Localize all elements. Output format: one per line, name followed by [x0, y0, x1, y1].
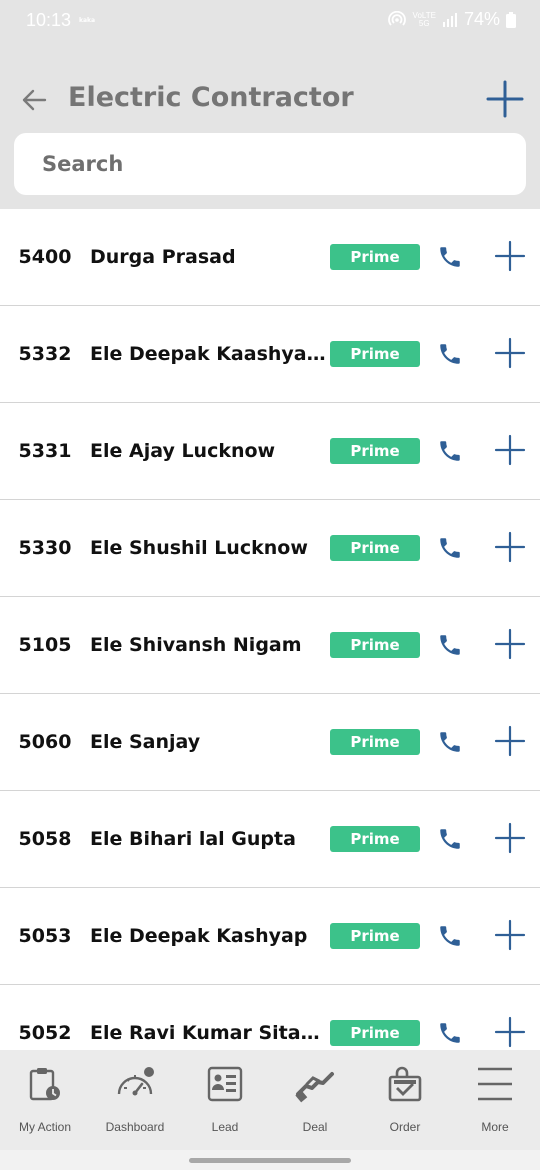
- phone-icon[interactable]: [437, 632, 463, 658]
- contractor-name: Ele Shushil Lucknow: [90, 537, 308, 559]
- plus-icon: [486, 80, 524, 118]
- contractor-name: Ele Sanjay: [90, 731, 201, 753]
- list-item[interactable]: 5400 Durga Prasad Prime: [0, 209, 540, 306]
- plus-icon[interactable]: [494, 337, 526, 369]
- plus-icon[interactable]: [494, 434, 526, 466]
- contractor-list: 5400 Durga Prasad Prime 5332 Ele Deepak …: [0, 209, 540, 1050]
- contractor-code: 5053: [18, 925, 72, 947]
- nav-more[interactable]: More: [450, 1050, 540, 1150]
- list-item[interactable]: 5052 Ele Ravi Kumar Sitapur Prime: [0, 985, 540, 1050]
- nav-label: My Action: [18, 1120, 72, 1134]
- contractor-code: 5105: [18, 634, 72, 656]
- contractor-code: 5330: [18, 537, 72, 559]
- prime-badge: Prime: [330, 341, 420, 367]
- phone-icon[interactable]: [437, 244, 463, 270]
- prime-badge: Prime: [330, 729, 420, 755]
- plus-icon[interactable]: [494, 919, 526, 951]
- home-gesture-bar[interactable]: [189, 1158, 351, 1163]
- contractor-code: 5058: [18, 828, 72, 850]
- phone-icon[interactable]: [437, 535, 463, 561]
- plus-icon[interactable]: [494, 240, 526, 272]
- phone-icon[interactable]: [437, 438, 463, 464]
- list-item[interactable]: 5330 Ele Shushil Lucknow Prime: [0, 500, 540, 597]
- contractor-name: Ele Deepak Kashyap: [90, 925, 308, 947]
- prime-badge: Prime: [330, 244, 420, 270]
- signal-icon: [442, 12, 457, 27]
- contractor-code: 5052: [18, 1022, 72, 1044]
- arrow-left-icon: [22, 89, 47, 111]
- nav-label: Dashboard: [105, 1120, 165, 1134]
- nav-deal[interactable]: Deal: [270, 1050, 360, 1150]
- plus-icon[interactable]: [494, 725, 526, 757]
- network-type: VoLTE 5G: [412, 10, 436, 28]
- prime-badge: Prime: [330, 438, 420, 464]
- battery-icon: [506, 11, 516, 28]
- list-item[interactable]: 5105 Ele Shivansh Nigam Prime: [0, 597, 540, 694]
- list-item[interactable]: 5053 Ele Deepak Kashyap Prime: [0, 888, 540, 985]
- contractor-name: Ele Deepak Kaashyap ...: [90, 343, 330, 365]
- plus-icon[interactable]: [494, 822, 526, 854]
- contractor-code: 5060: [18, 731, 72, 753]
- header: Electric Contractor: [0, 44, 540, 209]
- hotspot-icon: [387, 10, 406, 26]
- contractor-name: Ele Shivansh Nigam: [90, 634, 302, 656]
- bottom-nav: My Action Dashboard Lead Deal Order More: [0, 1050, 540, 1150]
- page-title: Electric Contractor: [68, 82, 354, 113]
- phone-icon[interactable]: [437, 826, 463, 852]
- shopping-bag-icon: [388, 1066, 422, 1102]
- search-input[interactable]: [14, 133, 526, 195]
- nav-lead[interactable]: Lead: [180, 1050, 270, 1150]
- nav-label: Order: [389, 1120, 421, 1134]
- phone-icon[interactable]: [437, 923, 463, 949]
- nav-order[interactable]: Order: [360, 1050, 450, 1150]
- list-item[interactable]: 5060 Ele Sanjay Prime: [0, 694, 540, 791]
- contractor-name: Ele Ravi Kumar Sitapur: [90, 1022, 330, 1044]
- status-time: 10:13: [26, 10, 72, 30]
- prime-badge: Prime: [330, 535, 420, 561]
- nav-my-action[interactable]: My Action: [0, 1050, 90, 1150]
- plus-icon[interactable]: [494, 628, 526, 660]
- list-item[interactable]: 5331 Ele Ajay Lucknow Prime: [0, 403, 540, 500]
- status-indicators: VoLTE 5G 74%: [387, 9, 516, 30]
- status-bar: 10:13 kaka VoLTE 5G 74%: [0, 0, 540, 44]
- contact-card-icon: [207, 1066, 243, 1102]
- plus-icon[interactable]: [494, 531, 526, 563]
- list-item[interactable]: 5058 Ele Bihari lal Gupta Prime: [0, 791, 540, 888]
- prime-badge: Prime: [330, 826, 420, 852]
- list-item[interactable]: 5332 Ele Deepak Kaashyap ... Prime: [0, 306, 540, 403]
- gesture-area: [0, 1150, 540, 1170]
- plus-icon[interactable]: [494, 1016, 526, 1048]
- handshake-icon: [295, 1072, 334, 1103]
- contractor-name: Ele Bihari lal Gupta: [90, 828, 296, 850]
- nav-label: Lead: [211, 1120, 239, 1134]
- contractor-code: 5332: [18, 343, 72, 365]
- contractor-name: Ele Ajay Lucknow: [90, 440, 276, 462]
- phone-icon[interactable]: [437, 729, 463, 755]
- contractor-name: Durga Prasad: [90, 246, 236, 268]
- nav-dashboard[interactable]: Dashboard: [90, 1050, 180, 1150]
- speedometer-icon: [117, 1067, 154, 1096]
- add-contractor-button[interactable]: [486, 80, 524, 118]
- nav-label: Deal: [302, 1120, 328, 1134]
- phone-icon[interactable]: [437, 1020, 463, 1046]
- back-button[interactable]: [18, 84, 50, 116]
- menu-icon: [478, 1067, 512, 1101]
- phone-icon[interactable]: [437, 341, 463, 367]
- contractor-code: 5331: [18, 440, 72, 462]
- prime-badge: Prime: [330, 923, 420, 949]
- prime-badge: Prime: [330, 632, 420, 658]
- battery-level: 74%: [463, 9, 500, 29]
- clipboard-clock-icon: [29, 1068, 60, 1101]
- prime-badge: Prime: [330, 1020, 420, 1046]
- contractor-code: 5400: [18, 246, 72, 268]
- status-notification-label: kaka: [79, 17, 96, 24]
- nav-label: More: [481, 1120, 509, 1134]
